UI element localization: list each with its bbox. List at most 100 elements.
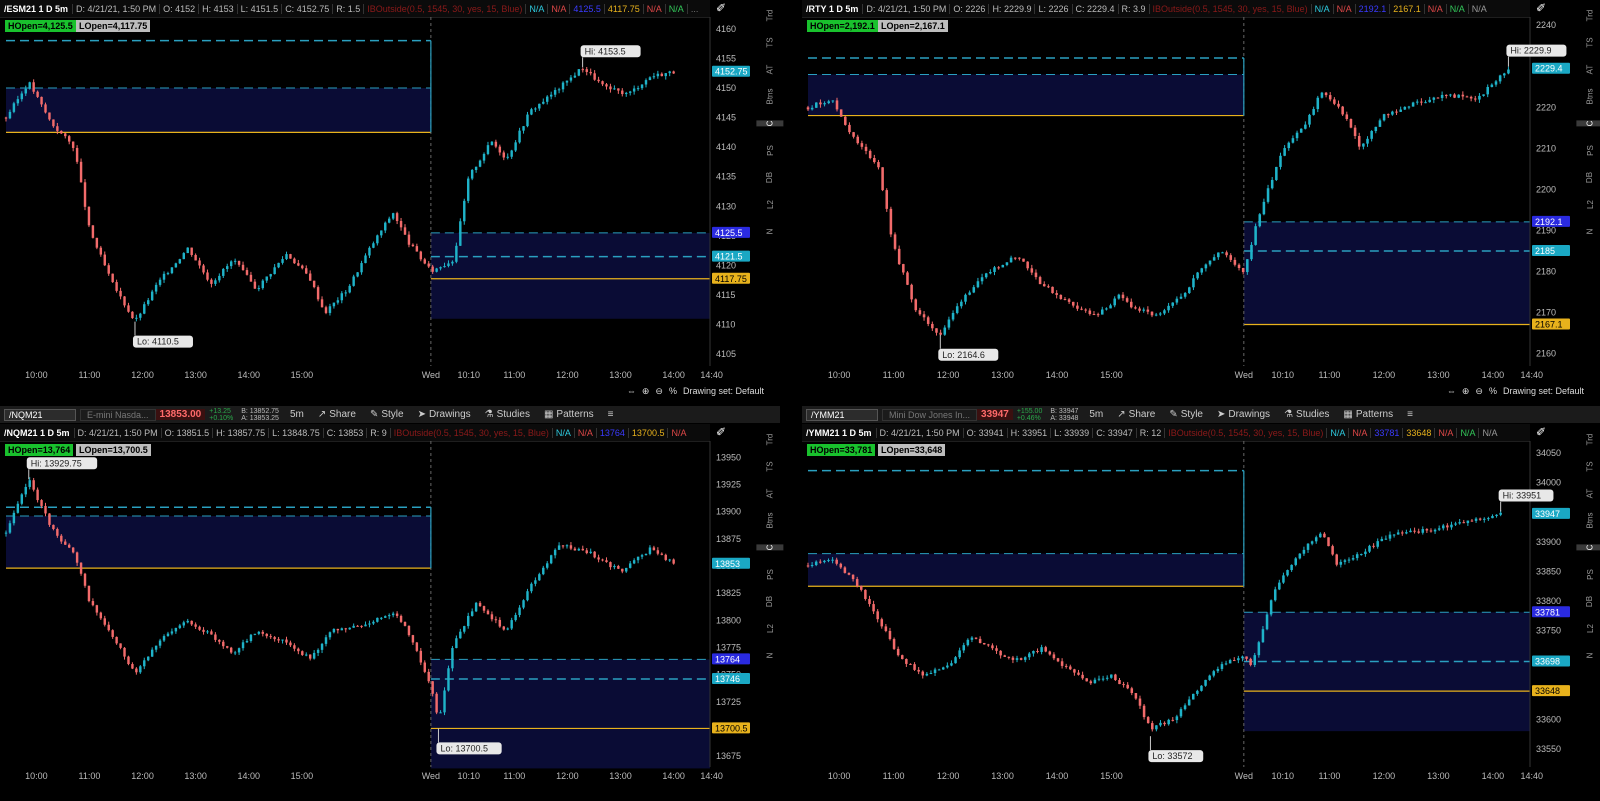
candle — [467, 612, 470, 629]
candle — [974, 637, 978, 640]
candle — [233, 258, 237, 265]
candle — [202, 627, 205, 635]
x-tick-label: 12:00 — [937, 370, 960, 380]
candle — [324, 305, 328, 315]
candle — [24, 483, 27, 498]
candle — [1316, 95, 1320, 113]
candle — [510, 617, 513, 630]
zoom-icon[interactable]: ⊕ — [1462, 386, 1470, 397]
candle — [1134, 693, 1138, 700]
zoom-icon[interactable]: ⇔ — [1447, 386, 1456, 396]
candle — [1118, 678, 1121, 685]
candle — [1442, 523, 1445, 531]
x-tick-label: 14:00 — [1046, 771, 1069, 781]
zoom-icon[interactable]: ⇔ — [627, 386, 636, 396]
candle — [640, 553, 644, 560]
x-tick-label: 11:00 — [79, 771, 101, 781]
price-chart[interactable]: 1395013925139001387513850138251380013775… — [0, 406, 780, 801]
zoom-icon[interactable]: ⊖ — [1475, 386, 1483, 397]
candle — [1324, 91, 1328, 98]
svg-text:Lo: 2164.6: Lo: 2164.6 — [942, 350, 985, 360]
candle — [218, 639, 221, 645]
chart-statusbar: ⇔ ⊕ ⊖% Drawing set: Default — [400, 384, 764, 398]
candle — [1494, 79, 1498, 87]
candle — [1212, 254, 1216, 261]
candle — [229, 646, 233, 654]
candle — [893, 232, 897, 251]
candle — [1055, 290, 1058, 299]
candle — [352, 274, 355, 287]
zoom-icon[interactable]: % — [1489, 386, 1497, 396]
candle — [997, 266, 1000, 270]
x-tick-label: 11:00 — [79, 370, 101, 380]
candle — [1217, 252, 1220, 260]
x-tick-label: 10:10 — [1271, 370, 1294, 380]
candle — [147, 656, 150, 662]
candle — [380, 230, 383, 238]
candle — [131, 662, 134, 670]
candle — [1407, 105, 1411, 110]
candle — [245, 638, 249, 644]
candle — [387, 216, 391, 224]
zoom-icon[interactable]: ⊖ — [655, 386, 663, 397]
candle — [269, 633, 272, 639]
candle — [518, 127, 521, 144]
x-tick-label: 13:00 — [991, 370, 1014, 380]
candle — [1299, 128, 1303, 133]
candle — [1254, 223, 1257, 246]
candle — [1071, 301, 1075, 308]
candle — [360, 260, 363, 275]
zoom-icon[interactable]: ⊕ — [642, 386, 650, 397]
candle — [530, 582, 533, 594]
price-chart[interactable]: 4160415541504145414041354130412541204115… — [0, 0, 780, 400]
candle — [546, 95, 549, 105]
candle — [376, 234, 379, 246]
x-tick-label: 14:40 — [700, 370, 723, 380]
drawing-set-label[interactable]: Drawing set: Default — [1503, 386, 1584, 396]
hopen-label: HOpen=33,781 — [807, 444, 876, 456]
candle — [909, 663, 912, 665]
candle — [939, 329, 942, 336]
candle — [166, 631, 170, 637]
candle — [459, 628, 462, 639]
candle — [1425, 528, 1429, 533]
candle — [605, 82, 608, 90]
candle — [316, 285, 320, 302]
candle — [115, 636, 118, 645]
candle — [336, 628, 340, 634]
drawing-set-label[interactable]: Drawing set: Default — [683, 386, 764, 396]
candle — [526, 111, 529, 128]
svg-text:2192.1: 2192.1 — [1535, 217, 1563, 227]
candle — [577, 547, 581, 552]
candle — [150, 289, 154, 301]
candle — [542, 565, 545, 576]
candle — [1380, 536, 1384, 542]
candle — [1347, 557, 1351, 564]
y-tick-label: 33600 — [1536, 715, 1561, 725]
candle — [839, 109, 843, 117]
candle — [1339, 559, 1343, 568]
candle — [301, 650, 304, 656]
candle — [1171, 717, 1175, 722]
candle — [391, 611, 395, 618]
candle — [1073, 668, 1076, 676]
candle — [474, 166, 478, 173]
candle — [1167, 302, 1170, 313]
y-tick-label: 13775 — [716, 642, 741, 652]
x-tick-label: 11:00 — [883, 771, 905, 781]
candle — [87, 585, 91, 603]
candle — [1287, 141, 1291, 151]
zoom-icon[interactable]: % — [669, 386, 677, 396]
candle — [1221, 251, 1224, 254]
candle — [324, 634, 328, 647]
price-chart[interactable]: 22402230222022102200219021802170216010:0… — [802, 0, 1600, 400]
candle — [332, 628, 336, 634]
candle — [860, 585, 863, 592]
candle — [1212, 669, 1216, 678]
price-tag: 4117.75 — [712, 272, 750, 284]
candle — [1278, 579, 1281, 591]
price-chart[interactable]: 3405034000339503390033850338003375033700… — [802, 406, 1600, 801]
candle — [1204, 263, 1208, 272]
candle — [1228, 658, 1232, 664]
candle — [1270, 176, 1274, 190]
